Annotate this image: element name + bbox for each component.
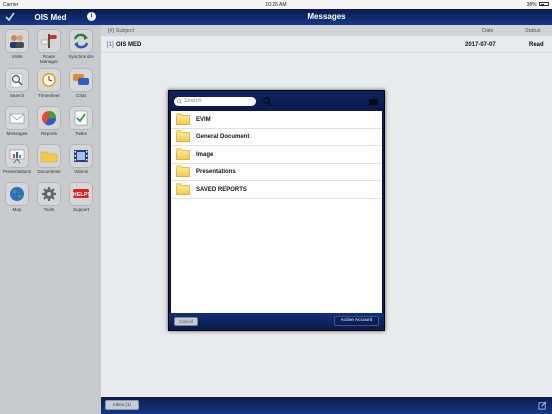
active-account-button[interactable]: Active Account bbox=[334, 316, 379, 326]
tile-label: Documents bbox=[37, 169, 61, 174]
tile-route-manager[interactable]: Route Manager bbox=[34, 29, 64, 65]
tile-label: Visits bbox=[11, 54, 23, 59]
row-subject: OIS MED bbox=[116, 42, 142, 48]
folder-name: Presentations bbox=[196, 169, 236, 175]
inbox-button[interactable]: Inbox (1) bbox=[105, 400, 139, 410]
tile-label: Tasks bbox=[75, 131, 87, 136]
status-bar: Carrier 10:26 AM 38% bbox=[0, 0, 552, 9]
tile-timesheet[interactable]: Timesheet bbox=[34, 68, 64, 104]
tile-documents[interactable]: Documents bbox=[34, 144, 64, 180]
dialog-footer: Cancel Active Account bbox=[169, 313, 384, 330]
row-date: 2017-07-07 bbox=[465, 42, 496, 48]
tile-label: Timesheet bbox=[38, 93, 60, 98]
tile-label: Map bbox=[12, 207, 22, 212]
tile-label: Presentations bbox=[2, 169, 32, 174]
battery-icon bbox=[539, 2, 549, 7]
bottom-toolbar: Inbox (1) bbox=[101, 397, 552, 414]
tile-presentations[interactable]: Presentations bbox=[2, 144, 32, 180]
battery-indicator: 38% bbox=[527, 2, 549, 8]
tile-videos[interactable]: Videos bbox=[66, 144, 96, 180]
route-manager-icon bbox=[37, 29, 61, 53]
tile-chat[interactable]: Chat bbox=[66, 68, 96, 104]
tile-synchronize[interactable]: Synchronize bbox=[66, 29, 96, 65]
tile-messages[interactable]: Messages bbox=[2, 106, 32, 142]
folder-name: General Document bbox=[196, 134, 250, 140]
folder-icon bbox=[176, 165, 190, 177]
list-item[interactable]: General Document bbox=[171, 129, 382, 146]
folder-name: SAVED REPORTS bbox=[196, 186, 247, 193]
list-item[interactable]: EVIM bbox=[171, 111, 382, 129]
synchronize-icon bbox=[69, 29, 93, 53]
app-title: OIS Med bbox=[34, 13, 67, 22]
table-header: [#] Subject Date Status bbox=[101, 25, 552, 36]
launcher-grid: Visits Route Manager Synchronize Search … bbox=[0, 25, 101, 414]
tile-label: Synchronize bbox=[68, 54, 94, 59]
folder-list: EVIM General Document Image Presentation… bbox=[171, 111, 382, 313]
tile-tasks[interactable]: Tasks bbox=[66, 106, 96, 142]
film-icon bbox=[69, 144, 93, 168]
gear-icon bbox=[37, 182, 61, 206]
svg-text:HELP!: HELP! bbox=[73, 192, 90, 198]
tile-label: Chat bbox=[76, 93, 86, 98]
clock: 10:26 AM bbox=[265, 1, 287, 8]
row-status: Read bbox=[529, 42, 544, 48]
tile-label: Videos bbox=[74, 169, 88, 174]
envelope-icon bbox=[5, 106, 29, 130]
tile-reports[interactable]: Reports bbox=[34, 106, 64, 142]
list-item[interactable]: Presentations bbox=[171, 164, 382, 181]
search-input[interactable]: Search bbox=[174, 97, 256, 106]
tile-tools[interactable]: Tools bbox=[34, 182, 64, 218]
compose-icon[interactable] bbox=[538, 401, 547, 410]
page-title: Messages bbox=[101, 9, 552, 25]
tile-label: Reports bbox=[40, 131, 58, 136]
folder-icon[interactable] bbox=[369, 99, 378, 105]
tile-label: Messages bbox=[6, 131, 28, 136]
folder-icon bbox=[176, 112, 190, 125]
column-status[interactable]: Status bbox=[525, 28, 541, 34]
column-date[interactable]: Date bbox=[482, 28, 494, 34]
cancel-button[interactable]: Cancel bbox=[174, 317, 198, 326]
folder-icon bbox=[176, 130, 190, 142]
help-icon: HELP! bbox=[69, 182, 93, 206]
presentation-icon bbox=[5, 144, 29, 168]
tile-label: Search bbox=[9, 93, 25, 98]
search-placeholder: Search bbox=[184, 98, 202, 104]
globe-icon bbox=[5, 182, 29, 206]
folder-icon bbox=[176, 182, 190, 195]
list-item[interactable]: SAVED REPORTS bbox=[171, 181, 382, 199]
tile-search[interactable]: Search bbox=[2, 68, 32, 104]
tasks-icon bbox=[69, 106, 93, 130]
row-number: [1] bbox=[107, 42, 114, 48]
table-row[interactable]: [1] OIS MED 2017-07-07 Read bbox=[101, 37, 552, 53]
battery-percent: 38% bbox=[526, 1, 537, 8]
pie-chart-icon bbox=[37, 106, 61, 130]
tile-map[interactable]: Map bbox=[2, 182, 32, 218]
tile-label: Route Manager bbox=[39, 54, 59, 64]
folder-icon bbox=[176, 147, 190, 160]
visits-icon bbox=[5, 29, 29, 53]
search-icon bbox=[5, 68, 29, 92]
tile-visits[interactable]: Visits bbox=[2, 29, 32, 65]
clock-icon bbox=[37, 68, 61, 92]
search-icon bbox=[177, 98, 182, 104]
tile-support[interactable]: HELP! Support bbox=[66, 182, 96, 218]
folder-picker-dialog: Search EVIM General Document Image Prese… bbox=[168, 90, 385, 331]
info-icon[interactable]: i bbox=[87, 12, 96, 21]
tile-label: Support bbox=[72, 207, 90, 212]
column-num[interactable]: [#] Subject bbox=[108, 28, 134, 34]
sidebar-header: OIS Med i bbox=[0, 9, 101, 25]
tile-label: Tools bbox=[43, 207, 55, 212]
folder-name: EVIM bbox=[196, 116, 211, 123]
chat-icon bbox=[69, 68, 93, 92]
folder-icon bbox=[37, 144, 61, 168]
search-icon[interactable] bbox=[263, 97, 272, 106]
folder-name: Image bbox=[196, 151, 214, 158]
dialog-header: Search bbox=[169, 91, 384, 111]
list-item[interactable]: Image bbox=[171, 146, 382, 164]
